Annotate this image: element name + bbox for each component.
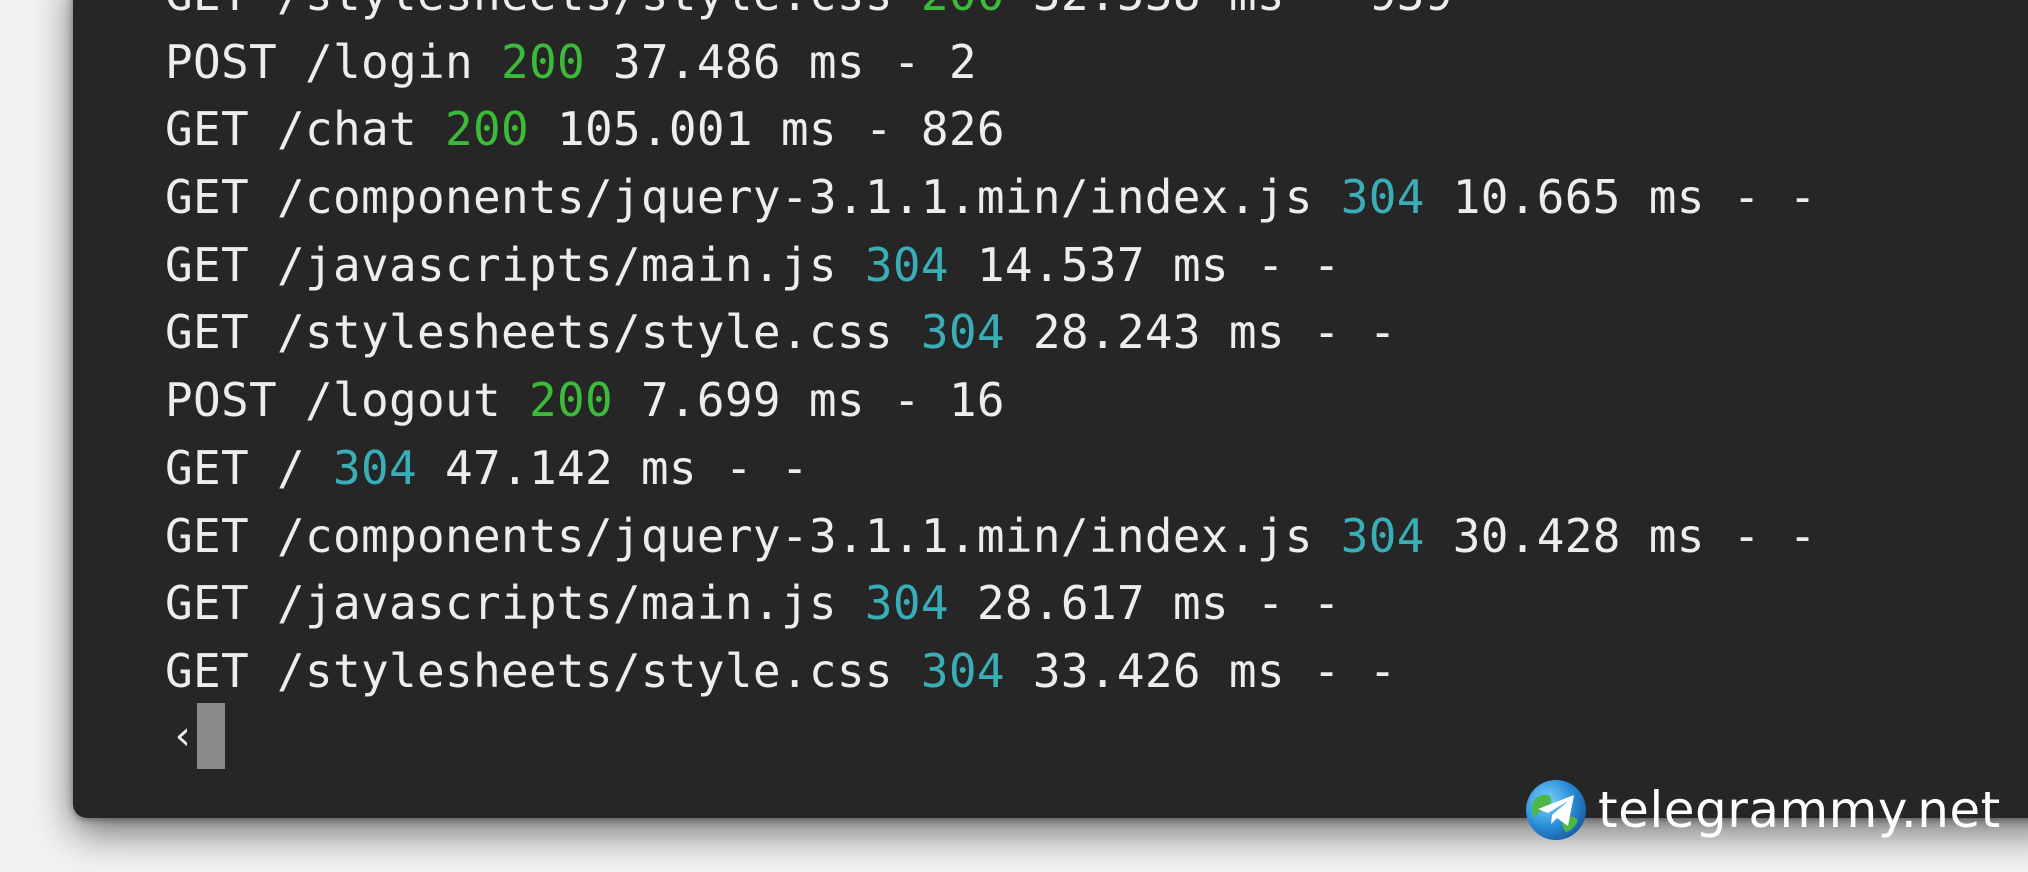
http-method: GET [165,237,249,292]
text-cursor [197,703,226,769]
request-path: /components/jquery-3.1.1.min/index.js [276,508,1313,563]
response-time: 7.699 ms [640,373,865,428]
watermark-text: telegrammy.net [1598,781,2001,839]
response-time: 30.428 ms [1452,508,1705,563]
request-path: /login [304,34,473,89]
prompt-char: ‹ [171,713,196,759]
http-method: GET [165,643,249,698]
response-size: 2 [948,34,977,89]
response-time: 33.426 ms [1032,643,1285,698]
request-path: /chat [276,102,417,157]
log-line: GET /stylesheets/style.css 304 28.243 ms… [165,305,1397,360]
telegram-globe-icon [1526,780,1586,840]
response-size: - [1788,170,1817,225]
http-method: GET [165,0,249,21]
response-time: 14.537 ms [976,237,1229,292]
terminal-window[interactable]: GET /stylesheets/style.css 200 32.538 ms… [73,0,2028,818]
status-code: 200 [500,34,585,89]
watermark: telegrammy.net [1524,778,2001,842]
response-time: 47.142 ms [444,440,697,495]
log-line: GET /components/jquery-3.1.1.min/index.j… [165,170,1817,225]
response-size: - [1788,508,1817,563]
response-size: - [1312,576,1341,631]
request-path: /javascripts/main.js [276,237,837,292]
response-time: 28.243 ms [1032,305,1285,360]
response-size: - [1368,643,1397,698]
status-code: 304 [920,305,1005,360]
log-line: GET /javascripts/main.js 304 28.617 ms -… [165,576,1341,631]
response-size: - [1312,237,1341,292]
status-code: 304 [864,576,949,631]
request-path: /javascripts/main.js [276,576,837,631]
response-time: 28.617 ms [976,576,1229,631]
log-line: POST /logout 200 7.699 ms - 16 [165,373,1005,428]
log-line: GET /stylesheets/style.css 200 32.538 ms… [165,0,1817,29]
log-line: GET / 304 47.142 ms - - [165,440,809,495]
request-path: /stylesheets/style.css [277,0,893,21]
log-line: POST /login 200 37.486 ms - 2 [165,34,977,89]
request-path: /components/jquery-3.1.1.min/index.js [276,170,1313,225]
log-output: GET /stylesheets/style.css 200 32.538 ms… [165,0,1817,706]
status-code: 304 [920,643,1005,698]
log-line: GET /components/jquery-3.1.1.min/index.j… [165,508,1817,563]
response-size: 939 [1369,0,1453,21]
http-method: GET [165,508,249,563]
status-code: 200 [444,102,529,157]
prompt-line[interactable]: ‹ [171,702,226,770]
request-path: /stylesheets/style.css [276,305,893,360]
response-size: 16 [948,373,1005,428]
response-size: - [1368,305,1397,360]
status-code: 200 [528,373,613,428]
response-time: 105.001 ms [556,102,837,157]
http-method: GET [165,305,249,360]
response-size: 826 [920,102,1005,157]
status-code: 200 [921,0,1005,21]
log-line: GET /chat 200 105.001 ms - 826 [165,102,1005,157]
status-code: 304 [1340,508,1425,563]
request-path: /logout [304,373,501,428]
response-time: 37.486 ms [612,34,865,89]
status-code: 304 [1340,170,1425,225]
request-path: / [276,440,305,495]
response-time: 10.665 ms [1452,170,1705,225]
status-code: 304 [332,440,417,495]
response-time: 32.538 ms [1033,0,1285,21]
response-size: - [780,440,809,495]
status-code: 304 [864,237,949,292]
http-method: POST [165,34,277,89]
http-method: GET [165,576,249,631]
log-line: GET /stylesheets/style.css 304 33.426 ms… [165,643,1397,698]
http-method: GET [165,102,249,157]
log-line: GET /javascripts/main.js 304 14.537 ms -… [165,237,1341,292]
request-path: /stylesheets/style.css [276,643,893,698]
http-method: POST [165,373,277,428]
http-method: GET [165,170,249,225]
http-method: GET [165,440,249,495]
